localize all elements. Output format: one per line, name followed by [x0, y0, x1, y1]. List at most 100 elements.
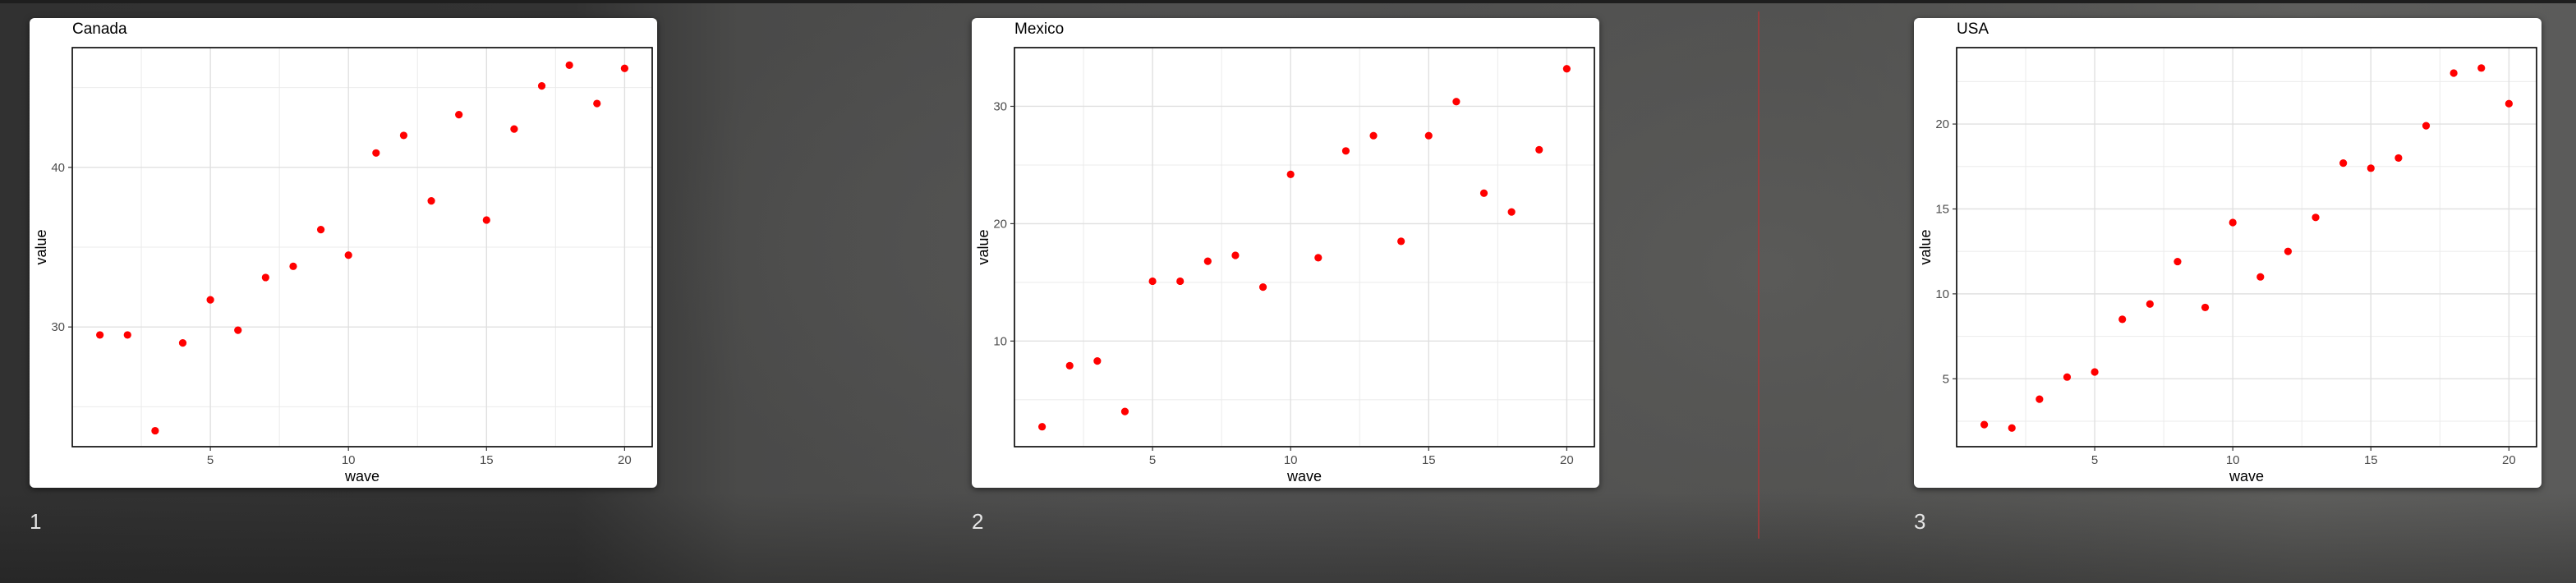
- x-tick-label: 10: [342, 453, 356, 467]
- y-tick-label: 15: [1935, 202, 1949, 216]
- data-point: [1148, 277, 1157, 286]
- data-point: [178, 339, 187, 347]
- data-point: [1535, 145, 1543, 154]
- y-axis-label: value: [975, 229, 991, 264]
- data-point: [206, 296, 214, 304]
- data-point: [1314, 254, 1322, 262]
- data-point: [372, 149, 380, 157]
- chart-card-mexico[interactable]: 5 10 15 20 10 20 30 Mexico wave value: [972, 18, 1599, 488]
- chart-card-usa[interactable]: 5 10 15 20 5 10 15 20 USA wave value: [1914, 18, 2542, 488]
- x-tick-label: 20: [1560, 453, 1574, 467]
- y-axis-label: value: [33, 229, 49, 264]
- data-point: [2422, 122, 2431, 130]
- page-number-2: 2: [972, 509, 984, 534]
- y-tick-label: 30: [993, 99, 1007, 113]
- x-tick-label: 15: [1422, 453, 1436, 467]
- y-tick-label: 30: [51, 320, 65, 334]
- data-point: [1258, 283, 1267, 292]
- x-tick-label: 10: [2226, 453, 2240, 467]
- x-tick-label: 15: [2364, 453, 2378, 467]
- panel-border: [1014, 47, 1595, 448]
- background-shadow: [0, 493, 2576, 583]
- x-tick-label: 5: [1149, 453, 1156, 467]
- x-tick-label: 20: [2502, 453, 2516, 467]
- y-tick-label: 5: [1943, 372, 1949, 386]
- data-point: [455, 111, 463, 119]
- y-tick-label: 20: [1935, 117, 1949, 131]
- data-point: [1562, 65, 1571, 73]
- data-point: [2477, 64, 2486, 72]
- data-point: [316, 226, 325, 234]
- data-point: [1479, 189, 1488, 197]
- data-point: [2036, 395, 2044, 403]
- data-point: [1038, 423, 1046, 431]
- data-point: [2063, 373, 2072, 381]
- data-point: [2091, 368, 2099, 376]
- data-point: [2118, 315, 2127, 324]
- chart-card-canada[interactable]: 5 10 15 20 30 40 Canada wave value: [30, 18, 657, 488]
- data-point: [1231, 251, 1240, 259]
- x-axis-label: wave: [2229, 468, 2264, 484]
- data-point: [2505, 99, 2513, 108]
- scatter-chart-mexico: 5 10 15 20 10 20 30 Mexico wave value: [975, 21, 1595, 484]
- y-axis-label: value: [1917, 229, 1934, 264]
- x-tick-label: 15: [480, 453, 494, 467]
- data-point: [593, 99, 601, 108]
- x-tick-label: 10: [1284, 453, 1298, 467]
- y-tick-label: 40: [51, 161, 65, 175]
- data-point: [289, 262, 297, 270]
- data-point: [1176, 277, 1184, 286]
- y-tick-label: 10: [1935, 287, 1949, 301]
- x-tick-label: 20: [618, 453, 632, 467]
- data-point: [1507, 208, 1516, 216]
- data-point: [482, 216, 490, 224]
- scatter-chart-usa: 5 10 15 20 5 10 15 20 USA wave value: [1917, 21, 2537, 484]
- data-point: [510, 125, 518, 133]
- data-point: [427, 197, 435, 205]
- data-point: [344, 251, 352, 259]
- chart-title: Mexico: [1014, 21, 1064, 38]
- scatter-chart-canada: 5 10 15 20 30 40 Canada wave value: [33, 21, 653, 484]
- data-point: [1065, 361, 1074, 370]
- data-point: [2256, 273, 2265, 281]
- page-number-3: 3: [1914, 509, 1926, 534]
- data-point: [123, 331, 131, 339]
- data-point: [2339, 159, 2348, 168]
- data-point: [2312, 213, 2320, 222]
- data-point: [2450, 69, 2458, 77]
- data-point: [399, 131, 408, 140]
- data-point: [1093, 357, 1102, 365]
- data-point: [1452, 98, 1460, 106]
- data-point: [1120, 407, 1129, 415]
- data-point: [261, 273, 269, 282]
- x-axis-label: wave: [1286, 468, 1322, 484]
- data-point: [620, 64, 628, 72]
- data-point: [1203, 257, 1212, 265]
- data-point: [1397, 237, 1405, 246]
- data-point: [2146, 300, 2154, 308]
- data-point: [1980, 420, 1989, 429]
- data-point: [1424, 131, 1433, 140]
- data-point: [2229, 218, 2237, 227]
- data-point: [2174, 257, 2182, 266]
- data-point: [1286, 170, 1295, 178]
- data-point: [1341, 147, 1350, 155]
- x-tick-label: 5: [207, 453, 214, 467]
- page-number-1: 1: [30, 509, 42, 534]
- data-point: [1369, 131, 1378, 140]
- chart-title: Canada: [72, 21, 127, 38]
- data-point: [2284, 247, 2293, 255]
- data-point: [2394, 154, 2403, 163]
- data-point: [2367, 164, 2375, 172]
- data-point: [234, 326, 242, 334]
- data-point: [96, 331, 104, 339]
- data-point: [151, 426, 159, 435]
- panel-border: [1956, 47, 2537, 448]
- data-point: [2201, 303, 2210, 312]
- data-point: [537, 82, 546, 90]
- x-axis-label: wave: [344, 468, 380, 484]
- data-point: [565, 61, 573, 69]
- x-tick-label: 5: [2091, 453, 2098, 467]
- drop-indicator-line: [1758, 11, 1760, 539]
- window-top-strip: [0, 0, 2576, 3]
